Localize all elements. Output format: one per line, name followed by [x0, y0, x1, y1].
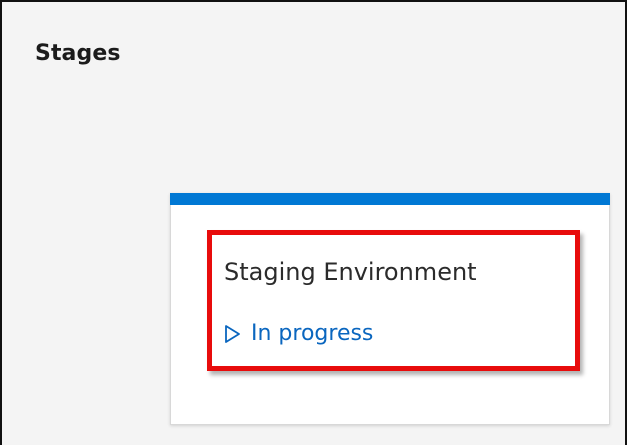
stage-name: Staging Environment — [224, 258, 477, 286]
stages-title: Stages — [35, 41, 121, 66]
stage-card-accent-bar — [170, 193, 610, 205]
stage-status-label: In progress — [251, 320, 374, 346]
highlight-annotation-box — [207, 230, 580, 371]
play-outline-icon — [224, 324, 241, 344]
stages-panel: Stages Staging Environment In progress — [0, 0, 627, 445]
stage-status-link[interactable]: In progress — [224, 317, 373, 349]
stage-card-staging-environment[interactable]: Staging Environment In progress — [170, 193, 610, 425]
